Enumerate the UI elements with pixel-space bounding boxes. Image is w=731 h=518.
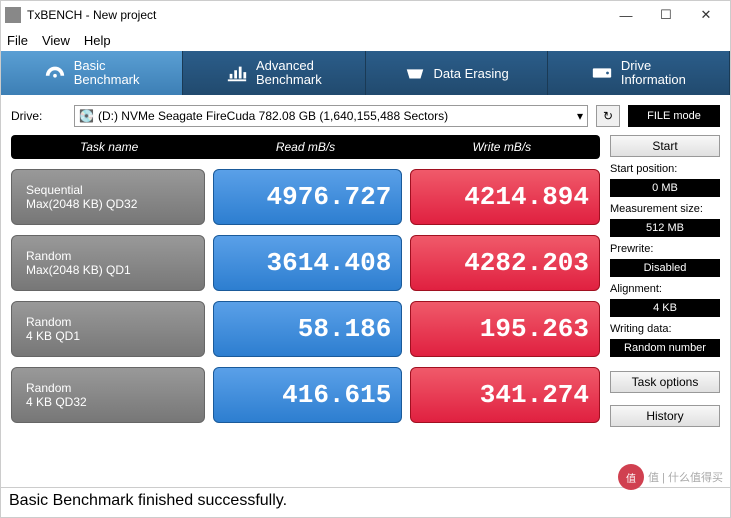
header-task: Task name: [11, 135, 207, 159]
app-icon: [5, 7, 21, 23]
menu-file[interactable]: File: [7, 33, 28, 48]
drive-icon: [591, 64, 613, 82]
erase-icon: [404, 64, 426, 82]
benchmark-row: SequentialMax(2048 KB) QD324976.7274214.…: [11, 169, 600, 225]
tab-label: Basic Benchmark: [74, 59, 140, 88]
menubar: File View Help: [1, 29, 730, 51]
watermark-logo-icon: 值: [618, 464, 644, 490]
header-read: Read mB/s: [207, 135, 403, 159]
chevron-down-icon: ▾: [577, 109, 583, 123]
task-line2: 4 KB QD1: [26, 329, 204, 343]
status-bar: Basic Benchmark finished successfully.: [1, 487, 730, 517]
tab-basic-benchmark[interactable]: Basic Benchmark: [1, 51, 183, 95]
task-line1: Random: [26, 249, 204, 263]
drive-selected: (D:) NVMe Seagate FireCuda 782.08 GB (1,…: [98, 109, 448, 123]
task-name-cell[interactable]: SequentialMax(2048 KB) QD32: [11, 169, 205, 225]
benchmark-row: RandomMax(2048 KB) QD13614.4084282.203: [11, 235, 600, 291]
task-line1: Random: [26, 315, 204, 329]
read-value: 4976.727: [213, 169, 403, 225]
watermark-text: 值 | 什么值得买: [648, 469, 723, 485]
disk-icon: 💽: [79, 109, 94, 123]
maximize-button[interactable]: ☐: [646, 3, 686, 27]
tab-data-erasing[interactable]: Data Erasing: [366, 51, 548, 95]
task-line1: Random: [26, 381, 204, 395]
task-name-cell[interactable]: Random4 KB QD1: [11, 301, 205, 357]
read-value: 416.615: [213, 367, 403, 423]
start-position-label: Start position:: [610, 163, 720, 175]
task-options-button[interactable]: Task options: [610, 371, 720, 393]
history-button[interactable]: History: [610, 405, 720, 427]
watermark: 值 值 | 什么值得买: [618, 464, 723, 490]
close-button[interactable]: ✕: [686, 3, 726, 27]
writing-data-label: Writing data:: [610, 323, 720, 335]
task-line2: Max(2048 KB) QD1: [26, 263, 204, 277]
measurement-size-label: Measurement size:: [610, 203, 720, 215]
chart-icon: [226, 64, 248, 82]
drive-label: Drive:: [11, 109, 66, 123]
read-value: 3614.408: [213, 235, 403, 291]
task-name-cell[interactable]: RandomMax(2048 KB) QD1: [11, 235, 205, 291]
refresh-button[interactable]: ↻: [596, 105, 620, 127]
start-button[interactable]: Start: [610, 135, 720, 157]
task-line2: 4 KB QD32: [26, 395, 204, 409]
tab-label: Drive Information: [621, 59, 686, 88]
alignment-label: Alignment:: [610, 283, 720, 295]
minimize-button[interactable]: —: [606, 3, 646, 27]
window-title: TxBENCH - New project: [27, 8, 606, 22]
benchmark-row: Random4 KB QD32416.615341.274: [11, 367, 600, 423]
gauge-icon: [44, 64, 66, 82]
prewrite-label: Prewrite:: [610, 243, 720, 255]
menu-view[interactable]: View: [42, 33, 70, 48]
write-value: 195.263: [410, 301, 600, 357]
start-position-value[interactable]: 0 MB: [610, 179, 720, 197]
menu-help[interactable]: Help: [84, 33, 111, 48]
task-line2: Max(2048 KB) QD32: [26, 197, 204, 211]
measurement-size-value[interactable]: 512 MB: [610, 219, 720, 237]
read-value: 58.186: [213, 301, 403, 357]
write-value: 341.274: [410, 367, 600, 423]
benchmark-row: Random4 KB QD158.186195.263: [11, 301, 600, 357]
task-line1: Sequential: [26, 183, 204, 197]
task-name-cell[interactable]: Random4 KB QD32: [11, 367, 205, 423]
tab-label: Data Erasing: [434, 66, 509, 81]
file-mode-button[interactable]: FILE mode: [628, 105, 720, 127]
alignment-value[interactable]: 4 KB: [610, 299, 720, 317]
write-value: 4282.203: [410, 235, 600, 291]
writing-data-value[interactable]: Random number: [610, 339, 720, 357]
table-header: Task name Read mB/s Write mB/s: [11, 135, 600, 159]
write-value: 4214.894: [410, 169, 600, 225]
titlebar: TxBENCH - New project — ☐ ✕: [1, 1, 730, 29]
tab-label: Advanced Benchmark: [256, 59, 322, 88]
prewrite-value[interactable]: Disabled: [610, 259, 720, 277]
header-write: Write mB/s: [404, 135, 600, 159]
refresh-icon: ↻: [603, 109, 613, 123]
tabbar: Basic Benchmark Advanced Benchmark Data …: [1, 51, 730, 95]
tab-advanced-benchmark[interactable]: Advanced Benchmark: [183, 51, 365, 95]
drive-select[interactable]: 💽 (D:) NVMe Seagate FireCuda 782.08 GB (1…: [74, 105, 588, 127]
tab-drive-information[interactable]: Drive Information: [548, 51, 730, 95]
